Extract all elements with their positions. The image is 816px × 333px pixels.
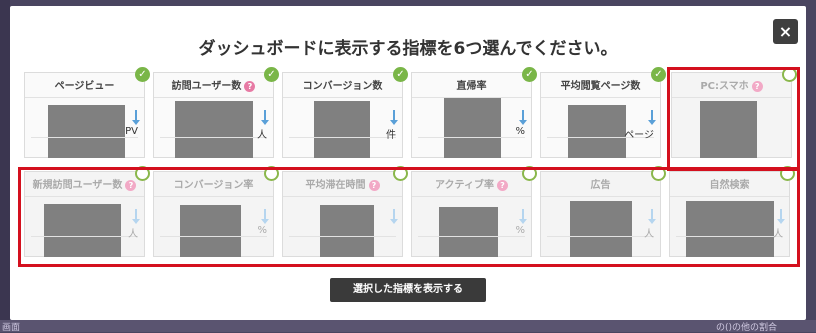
help-icon[interactable]: ? (125, 179, 137, 191)
divider (160, 137, 267, 138)
metric-value-redacted (570, 201, 632, 257)
metric-unit: 人 (644, 229, 654, 240)
metric-card-visitors[interactable]: 訪問ユーザー数? ✓ 人 (153, 67, 279, 158)
metric-card-pageviews[interactable]: ページビュー ✓ PV (24, 67, 150, 158)
metric-card-conversion-rate[interactable]: コンバージョン率 % (153, 166, 279, 257)
backdrop-sidebar (0, 0, 10, 332)
metric-card-pc-smartphone[interactable]: PC:スマホ? (671, 67, 797, 158)
show-selected-metrics-button[interactable]: 選択した指標を表示する (330, 278, 486, 302)
help-icon[interactable]: ? (496, 179, 508, 191)
unchecked-icon[interactable] (264, 166, 279, 181)
backdrop-text-left: 画面 (2, 323, 21, 333)
divider (676, 236, 783, 237)
help-icon[interactable]: ? (244, 80, 256, 92)
unchecked-icon[interactable] (135, 166, 150, 181)
metric-value-redacted (686, 201, 774, 257)
metric-unit: % (257, 225, 267, 236)
divider (289, 137, 396, 138)
backdrop-page: 画面 の()の他の割合 (0, 320, 816, 333)
trend-down-arrow-icon (390, 110, 398, 125)
metric-value-redacted (700, 101, 757, 158)
metric-value-redacted (180, 205, 241, 257)
metric-label: ページビュー (54, 81, 115, 92)
metric-unit: 人 (257, 130, 267, 141)
help-icon[interactable]: ? (368, 179, 380, 191)
trend-down-arrow-icon (648, 209, 656, 224)
metric-label: 自然検索 (709, 180, 750, 191)
trend-down-arrow-icon (261, 110, 269, 125)
metric-unit: 件 (386, 130, 396, 141)
trend-down-arrow-icon (648, 110, 656, 125)
trend-down-arrow-icon (261, 209, 269, 224)
metric-card-ads[interactable]: 広告 人 (540, 166, 666, 257)
metric-card-new-visitors[interactable]: 新規訪問ユーザー数? 人 (24, 166, 150, 257)
metric-select-modal: × ダッシュボードに表示する指標を6つ選んでください。 ページビュー ✓ PV … (10, 6, 806, 320)
metric-label: PC:スマホ (700, 81, 749, 92)
metric-label: 平均閲覧ページ数 (560, 81, 641, 92)
metric-card-conversions[interactable]: コンバージョン数 ✓ 件 (282, 67, 408, 158)
checked-icon[interactable]: ✓ (393, 67, 408, 82)
metric-value-redacted (444, 98, 501, 158)
metric-label: コンバージョン率 (173, 180, 254, 191)
metric-value-redacted (320, 205, 374, 257)
metric-label: 平均滞在時間 (305, 180, 366, 191)
metric-label: コンバージョン数 (302, 81, 383, 92)
unchecked-icon[interactable] (393, 166, 408, 181)
unchecked-icon[interactable] (651, 166, 666, 181)
divider (160, 236, 267, 237)
divider (31, 236, 138, 237)
checked-icon[interactable]: ✓ (264, 67, 279, 82)
modal-title: ダッシュボードに表示する指標を6つ選んでください。 (198, 39, 618, 59)
metric-unit: % (515, 225, 525, 236)
metric-card-organic-search[interactable]: 自然検索 人 (669, 166, 795, 257)
trend-down-arrow-icon (519, 209, 527, 224)
divider (418, 236, 525, 237)
trend-down-arrow-icon (132, 209, 140, 224)
divider (418, 137, 525, 138)
unchecked-icon[interactable] (782, 67, 797, 82)
checked-icon[interactable]: ✓ (651, 67, 666, 82)
help-icon[interactable]: ? (751, 80, 763, 92)
backdrop-text-right: の()の他の割合 (716, 323, 778, 333)
divider (31, 137, 138, 138)
metric-value-redacted (439, 207, 498, 257)
trend-down-arrow-icon (777, 209, 785, 224)
trend-down-arrow-icon (390, 209, 398, 224)
metric-unit: ページ (624, 130, 654, 141)
checked-icon[interactable]: ✓ (522, 67, 537, 82)
metric-value-redacted (314, 101, 370, 158)
trend-down-arrow-icon (132, 110, 140, 125)
metric-card-avg-time-on-site[interactable]: 平均滞在時間? (282, 166, 408, 257)
metric-unit: 人 (773, 229, 783, 240)
metric-value-redacted (175, 101, 253, 158)
trend-down-arrow-icon (519, 110, 527, 125)
metric-unit: 人 (128, 229, 138, 240)
metric-label: 新規訪問ユーザー数 (32, 180, 123, 191)
metric-unit: % (515, 126, 525, 137)
unchecked-icon[interactable] (780, 166, 795, 181)
checked-icon[interactable]: ✓ (135, 67, 150, 82)
divider (547, 236, 654, 237)
metric-card-pages-per-visit[interactable]: 平均閲覧ページ数 ✓ ページ (540, 67, 666, 158)
metric-label: アクティブ率 (435, 180, 494, 191)
metric-unit: PV (125, 126, 138, 137)
metric-label: 直帰率 (456, 81, 487, 92)
metric-label: 広告 (590, 180, 611, 191)
metric-label: 訪問ユーザー数 (171, 81, 242, 92)
divider (289, 236, 396, 237)
metric-value-redacted (44, 204, 121, 257)
metric-card-active-rate[interactable]: アクティブ率? % (411, 166, 537, 257)
metric-value-redacted (568, 105, 626, 158)
unchecked-icon[interactable] (522, 166, 537, 181)
metric-value-redacted (48, 105, 125, 158)
metric-card-bounce-rate[interactable]: 直帰率 ✓ % (411, 67, 537, 158)
